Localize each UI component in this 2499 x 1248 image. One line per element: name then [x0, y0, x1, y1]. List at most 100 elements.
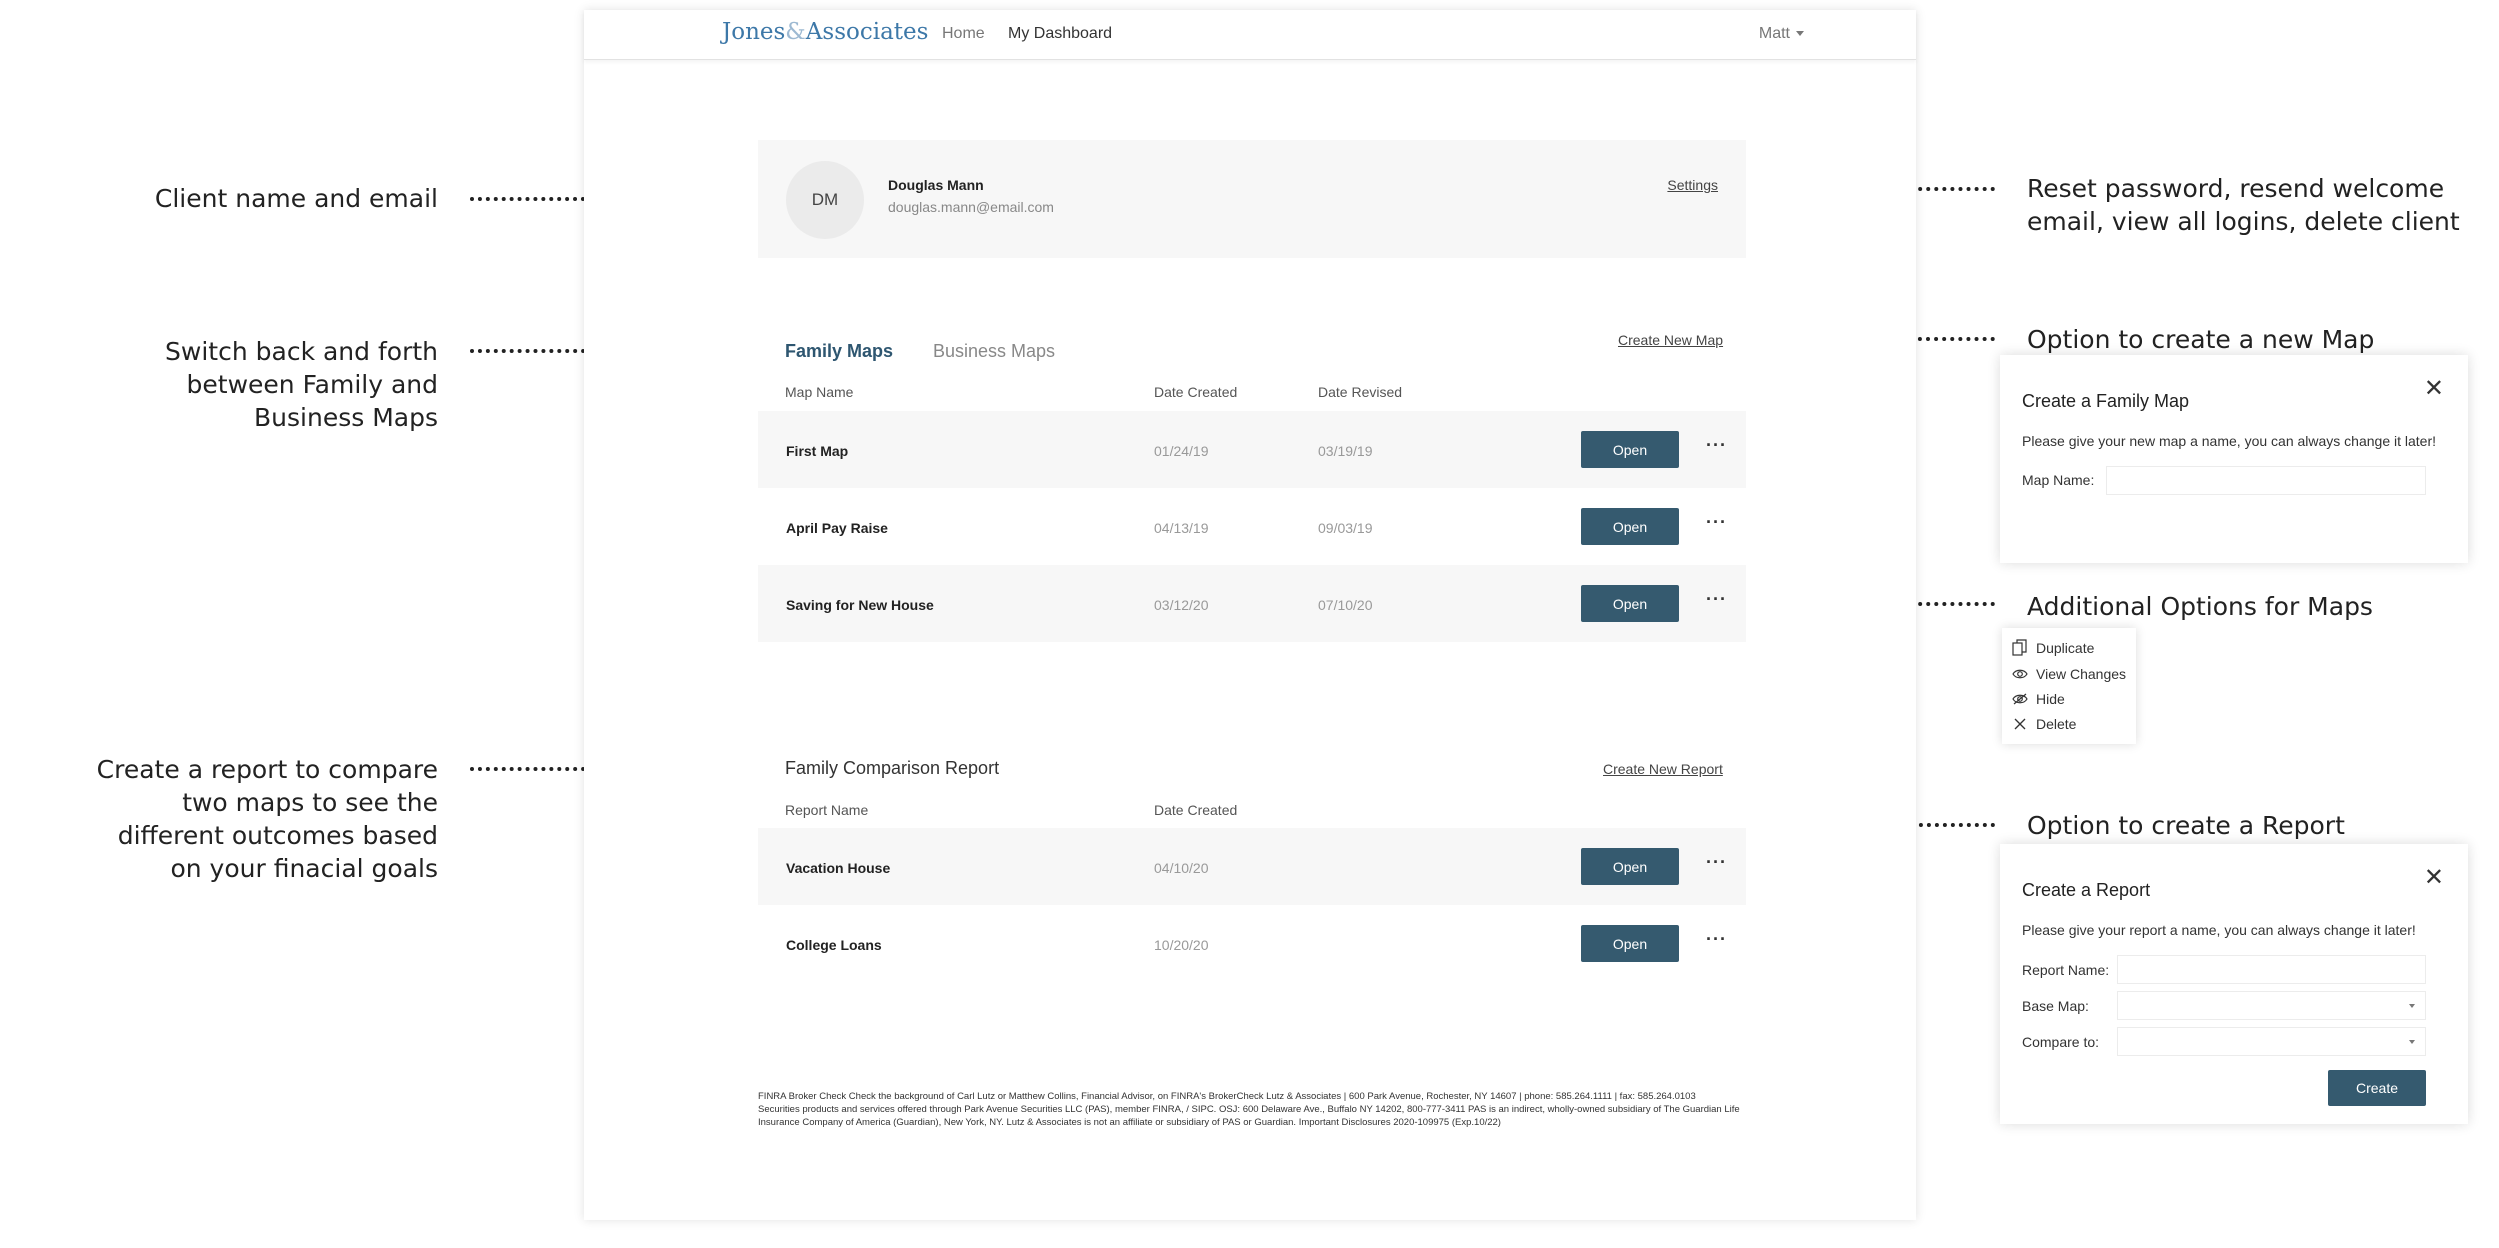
eye-icon [2012, 669, 2028, 679]
annotation-new-report: Option to create a Report [2027, 809, 2345, 842]
col-report-name: Report Name [785, 802, 869, 818]
compare-to-select[interactable] [2117, 1027, 2426, 1056]
more-options-icon[interactable]: ··· [1706, 589, 1727, 610]
menu-item-label: View Changes [2036, 666, 2127, 682]
create-new-report-link[interactable]: Create New Report [1603, 761, 1723, 777]
create-new-map-link[interactable]: Create New Map [1618, 332, 1723, 348]
map-date-revised: 09/03/19 [1318, 520, 1373, 536]
user-menu[interactable]: Matt [1759, 25, 1804, 43]
annotation-settings-line: email, view all logins, delete client [2027, 207, 2460, 236]
open-button[interactable]: Open [1581, 848, 1679, 885]
top-navbar: Jones&Associates Home My Dashboard Matt [584, 10, 1916, 60]
settings-link[interactable]: Settings [1667, 177, 1718, 193]
menu-item-label: Hide [2036, 691, 2065, 707]
map-name-label: Map Name: [2022, 472, 2095, 488]
report-name: College Loans [786, 937, 882, 953]
modal-description: Please give your report a name, you can … [2022, 922, 2416, 938]
more-options-icon[interactable]: ··· [1706, 435, 1727, 456]
eye-off-icon [2012, 693, 2028, 705]
annotation-new-report-text: Option to create a Report [2027, 811, 2345, 840]
menu-item-view-changes[interactable]: View Changes [2012, 666, 2126, 682]
annotation-switch-line: between Family and [186, 370, 438, 399]
map-name-input[interactable] [2106, 466, 2426, 495]
annotation-report-line: two maps to see the [182, 788, 438, 817]
map-date-revised: 07/10/20 [1318, 597, 1373, 613]
report-name: Vacation House [786, 860, 891, 876]
col-report-date-created: Date Created [1154, 802, 1238, 818]
annotation-options: Additional Options for Maps [2027, 590, 2373, 623]
annotation-client: Client name and email [155, 182, 438, 215]
col-date-revised: Date Revised [1318, 384, 1403, 400]
map-name: Saving for New House [786, 597, 934, 613]
tab-business-maps[interactable]: Business Maps [933, 341, 1055, 362]
map-options-menu: Duplicate View Changes Hide Delete [2002, 628, 2136, 744]
logo-text-right: Associates [805, 19, 929, 45]
table-row: College Loans 10/20/20 Open ··· [758, 905, 1746, 982]
close-icon[interactable]: ✕ [2424, 866, 2444, 890]
annotation-switch-line: Business Maps [254, 403, 438, 432]
map-date-created: 04/13/19 [1154, 520, 1209, 536]
more-options-icon[interactable]: ··· [1706, 929, 1727, 950]
map-date-created: 03/12/20 [1154, 597, 1209, 613]
footer-line: FINRA Broker Check Check the background … [758, 1091, 1696, 1102]
report-section-title: Family Comparison Report [785, 758, 1000, 778]
modal-title: Create a Report [2022, 880, 2151, 900]
map-date-revised: 03/19/19 [1318, 443, 1373, 459]
chevron-down-icon [1796, 31, 1804, 37]
avatar: DM [786, 161, 864, 239]
footer-disclosure: FINRA Broker Check Check the background … [758, 1090, 1748, 1129]
nav-dashboard[interactable]: My Dashboard [1008, 25, 1112, 43]
logo-ampersand: & [785, 19, 806, 45]
base-map-select[interactable] [2117, 991, 2426, 1020]
report-name-input[interactable] [2117, 955, 2426, 984]
annotation-options-text: Additional Options for Maps [2027, 592, 2373, 621]
menu-item-hide[interactable]: Hide [2012, 691, 2065, 707]
open-button[interactable]: Open [1581, 431, 1679, 468]
base-map-label: Base Map: [2022, 998, 2089, 1014]
chevron-down-icon [2409, 1040, 2415, 1044]
annotation-settings-line: Reset password, resend welcome [2027, 174, 2445, 203]
app-window: Jones&Associates Home My Dashboard Matt … [584, 10, 1916, 1220]
annotation-report-line: on your finacial goals [170, 854, 438, 883]
map-name: April Pay Raise [786, 520, 888, 536]
close-icon[interactable]: ✕ [2424, 377, 2444, 401]
tab-family-maps[interactable]: Family Maps [785, 341, 893, 362]
report-name-label: Report Name: [2022, 962, 2110, 978]
create-report-button[interactable]: Create [2328, 1070, 2426, 1106]
annotation-new-map: Option to create a new Map [2027, 323, 2374, 356]
menu-item-label: Delete [2036, 716, 2077, 732]
client-name: Douglas Mann [888, 177, 984, 193]
nav-home[interactable]: Home [942, 25, 985, 43]
create-report-modal: Create a Report ✕ Please give your repor… [2000, 844, 2468, 1124]
col-map-name: Map Name [785, 384, 854, 400]
annotation-switch-line: Switch back and forth [165, 337, 438, 366]
user-name: Matt [1758, 25, 1790, 42]
open-button[interactable]: Open [1581, 585, 1679, 622]
logo[interactable]: Jones&Associates [722, 19, 928, 45]
client-email: douglas.mann@email.com [888, 199, 1054, 215]
open-button[interactable]: Open [1581, 925, 1679, 962]
menu-item-duplicate[interactable]: Duplicate [2012, 639, 2094, 657]
footer-line: Securities products and services offered… [758, 1104, 1740, 1115]
copy-icon [2012, 639, 2027, 656]
table-row: First Map 01/24/19 03/19/19 Open ··· [758, 411, 1746, 488]
create-map-modal: Create a Family Map ✕ Please give your n… [2000, 355, 2468, 563]
modal-title: Create a Family Map [2022, 391, 2190, 411]
open-button[interactable]: Open [1581, 508, 1679, 545]
annotation-switch: Switch back and forth between Family and… [165, 335, 438, 434]
table-row: April Pay Raise 04/13/19 09/03/19 Open ·… [758, 488, 1746, 565]
menu-item-label: Duplicate [2036, 640, 2095, 656]
close-icon [2014, 718, 2026, 730]
more-options-icon[interactable]: ··· [1706, 852, 1727, 873]
annotation-report-line: Create a report to compare [96, 755, 438, 784]
annotation-report: Create a report to compare two maps to s… [97, 753, 438, 885]
chevron-down-icon [2409, 1004, 2415, 1008]
table-row: Saving for New House 03/12/20 07/10/20 O… [758, 565, 1746, 642]
more-options-icon[interactable]: ··· [1706, 512, 1727, 533]
map-name: First Map [786, 443, 849, 459]
report-date-created: 10/20/20 [1154, 937, 1209, 953]
footer-line: Insurance Company of America (Guardian),… [758, 1117, 1501, 1128]
menu-item-delete[interactable]: Delete [2012, 716, 2076, 732]
annotation-settings: Reset password, resend welcome email, vi… [2027, 172, 2460, 238]
report-date-created: 04/10/20 [1154, 860, 1209, 876]
